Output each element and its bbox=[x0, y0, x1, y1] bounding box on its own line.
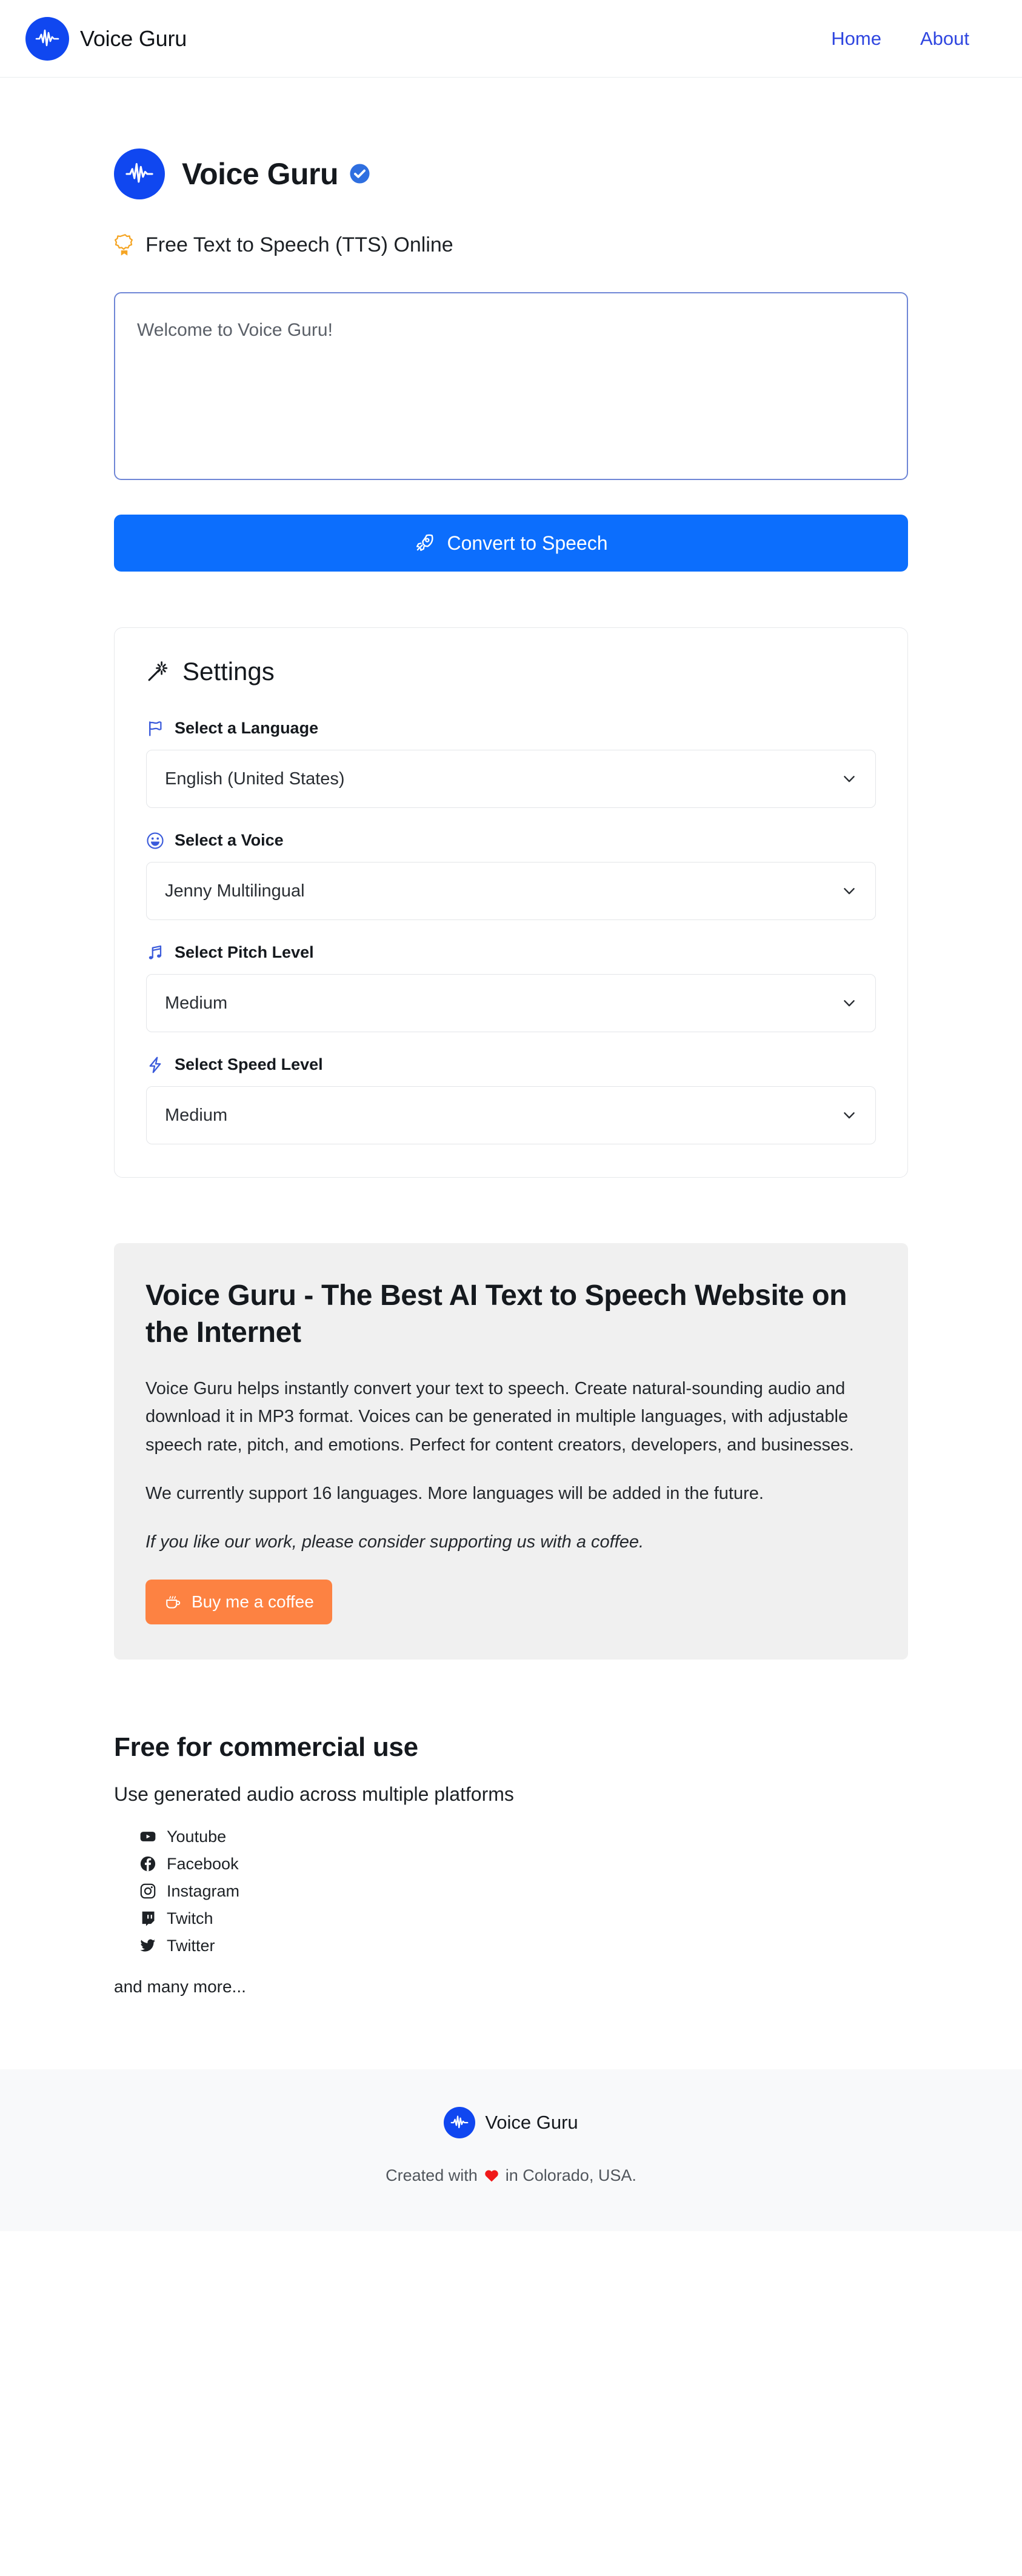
info-support-line: If you like our work, please consider su… bbox=[145, 1532, 644, 1552]
convert-to-speech-button[interactable]: Convert to Speech bbox=[114, 515, 908, 572]
info-panel: Voice Guru - The Best AI Text to Speech … bbox=[114, 1243, 908, 1660]
speed-field: Select Speed Level Medium bbox=[146, 1055, 876, 1144]
language-field: Select a Language English (United States… bbox=[146, 719, 876, 808]
pitch-label: Select Pitch Level bbox=[146, 943, 876, 962]
list-item-label: Instagram bbox=[167, 1881, 240, 1900]
list-item-label: Youtube bbox=[167, 1827, 227, 1846]
chevron-down-icon bbox=[844, 1112, 855, 1119]
waveform-icon bbox=[25, 16, 69, 61]
voice-field: Select a Voice Jenny Multilingual bbox=[146, 831, 876, 920]
smiley-icon bbox=[147, 832, 164, 849]
pitch-select[interactable]: Medium bbox=[146, 974, 876, 1032]
instagram-icon bbox=[140, 1884, 156, 1899]
page-body: Voice Guru Free Text to Speech (TTS) Onl… bbox=[0, 78, 1022, 2231]
page-footer: Voice Guru Created with in Colorado, USA… bbox=[0, 2069, 1022, 2231]
footer-credit: Created with in Colorado, USA. bbox=[0, 2166, 1022, 2185]
pitch-select-value: Medium bbox=[165, 993, 228, 1013]
footer-credit-prefix: Created with bbox=[386, 2166, 478, 2184]
speed-label-text: Select Speed Level bbox=[175, 1055, 323, 1073]
verified-badge-icon bbox=[350, 164, 370, 184]
language-select-value: English (United States) bbox=[165, 769, 345, 789]
heart-icon bbox=[485, 2170, 498, 2182]
list-item: Instagram bbox=[139, 1882, 908, 1901]
info-title: Voice Guru - The Best AI Text to Speech … bbox=[145, 1280, 847, 1349]
twitter-icon bbox=[140, 1939, 156, 1952]
convert-button-label: Convert to Speech bbox=[447, 532, 608, 554]
music-note-icon bbox=[149, 945, 162, 959]
text-input[interactable] bbox=[114, 292, 908, 480]
main-container: Voice Guru Free Text to Speech (TTS) Onl… bbox=[114, 78, 908, 1997]
hero-tagline: Free Text to Speech (TTS) Online bbox=[114, 233, 908, 257]
pitch-field: Select Pitch Level Medium bbox=[146, 943, 876, 1032]
commercial-subtitle: Use generated audio across multiple plat… bbox=[114, 1783, 514, 1805]
language-label-text: Select a Language bbox=[175, 719, 319, 737]
hero-title-text: Voice Guru bbox=[182, 156, 339, 191]
list-item-label: Facebook bbox=[167, 1854, 239, 1873]
platform-list: Youtube Facebook Instagram Twitch Twitte… bbox=[114, 1827, 908, 1955]
chevron-down-icon bbox=[844, 776, 855, 782]
text-input-section bbox=[114, 292, 908, 483]
waveform-icon bbox=[444, 2106, 476, 2138]
list-item-label: Twitter bbox=[167, 1936, 215, 1955]
youtube-icon bbox=[140, 1832, 156, 1842]
settings-card: Settings Select a Language English (Unit… bbox=[114, 627, 908, 1178]
magic-wand-icon bbox=[148, 661, 168, 681]
commercial-title: Free for commercial use bbox=[114, 1732, 418, 1762]
coffee-cup-icon bbox=[166, 1596, 181, 1609]
list-item: Twitter bbox=[139, 1937, 908, 1955]
info-paragraph-2: We currently support 16 languages. More … bbox=[145, 1484, 764, 1504]
settings-title-text: Settings bbox=[182, 657, 275, 686]
hero-brand-row: Voice Guru bbox=[114, 136, 908, 212]
commercial-use-section: Free for commercial use Use generated au… bbox=[114, 1732, 908, 1997]
speed-select[interactable]: Medium bbox=[146, 1086, 876, 1144]
top-navbar: Voice Guru Home About bbox=[0, 0, 1022, 78]
list-item: Twitch bbox=[139, 1909, 908, 1928]
speed-label: Select Speed Level bbox=[146, 1055, 876, 1074]
footer-credit-suffix: in Colorado, USA. bbox=[505, 2166, 636, 2184]
voice-select-value: Jenny Multilingual bbox=[165, 881, 305, 901]
lightning-icon bbox=[149, 1056, 161, 1073]
coffee-button-label: Buy me a coffee bbox=[192, 1592, 314, 1611]
list-item: Youtube bbox=[139, 1827, 908, 1846]
page-title: Voice Guru bbox=[182, 156, 370, 192]
info-paragraph-1: Voice Guru helps instantly convert your … bbox=[145, 1378, 854, 1455]
pitch-label-text: Select Pitch Level bbox=[175, 943, 314, 961]
chevron-down-icon bbox=[844, 1000, 855, 1007]
buy-me-a-coffee-button[interactable]: Buy me a coffee bbox=[145, 1579, 332, 1624]
list-item-label: Twitch bbox=[167, 1909, 213, 1927]
list-item: Facebook bbox=[139, 1855, 908, 1874]
waveform-icon bbox=[114, 148, 165, 199]
navbar-brand-text: Voice Guru bbox=[80, 25, 187, 51]
navbar-brand[interactable]: Voice Guru bbox=[25, 16, 187, 61]
footer-brand: Voice Guru bbox=[0, 2106, 1022, 2138]
settings-title: Settings bbox=[146, 657, 876, 686]
voice-label-text: Select a Voice bbox=[175, 831, 284, 849]
voice-select[interactable]: Jenny Multilingual bbox=[146, 862, 876, 920]
hero-section: Voice Guru Free Text to Speech (TTS) Onl… bbox=[114, 78, 908, 257]
hero-tagline-text: Free Text to Speech (TTS) Online bbox=[145, 233, 453, 256]
facebook-icon bbox=[140, 1857, 156, 1872]
rocket-icon bbox=[416, 534, 434, 552]
nav-link-about[interactable]: About bbox=[920, 28, 969, 50]
speed-select-value: Medium bbox=[165, 1105, 228, 1125]
language-select[interactable]: English (United States) bbox=[146, 750, 876, 808]
award-icon bbox=[114, 234, 133, 256]
and-many-more-text: and many more... bbox=[114, 1977, 246, 1996]
twitch-icon bbox=[142, 1912, 155, 1926]
nav-link-home[interactable]: Home bbox=[831, 28, 881, 50]
language-label: Select a Language bbox=[146, 719, 876, 738]
voice-label: Select a Voice bbox=[146, 831, 876, 850]
navbar-links: Home About bbox=[831, 28, 997, 50]
footer-brand-text: Voice Guru bbox=[485, 2111, 578, 2133]
flag-icon bbox=[149, 721, 162, 736]
chevron-down-icon bbox=[844, 888, 855, 895]
